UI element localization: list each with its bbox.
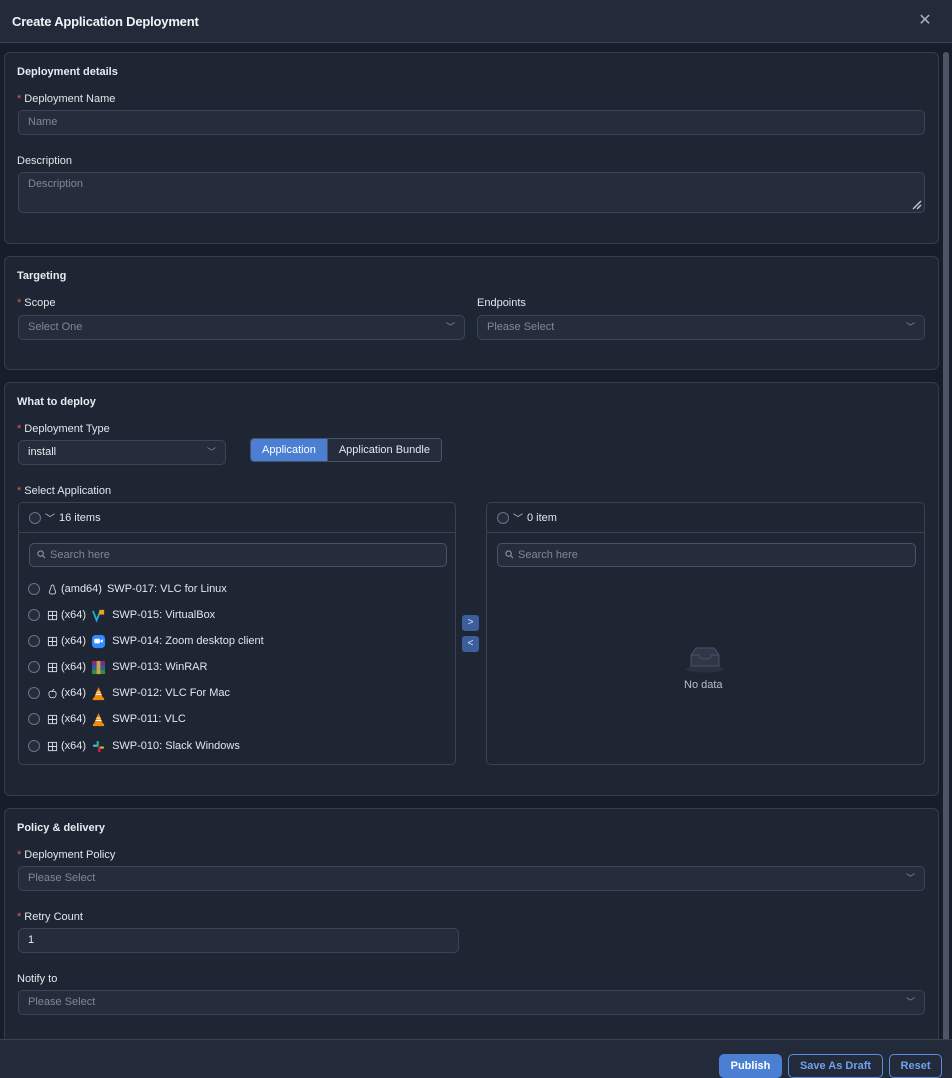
notify-to-label: Notify to [17,973,58,985]
target-search-input[interactable]: Search here [497,543,916,567]
item-checkbox[interactable] [28,635,40,647]
chevron-down-icon: ﹀ [905,873,915,883]
source-search-input[interactable]: Search here [29,543,447,567]
vlc-icon [92,712,105,726]
windows-icon [47,714,58,724]
select-application-label: * Select Application [17,485,112,497]
policy-delivery-title: Policy & delivery [17,822,106,834]
windows-icon [47,610,58,620]
retry-count-label: * Retry Count [17,911,83,923]
windows-icon [47,662,58,672]
scrollbar[interactable] [943,52,949,1052]
item-checkbox[interactable] [28,609,40,621]
target-item-count: 0 item [527,511,557,524]
item-label: SWP-013: WinRAR [112,661,208,673]
deployment-details-card [4,52,939,244]
search-icon [37,550,46,559]
endpoints-select[interactable]: Please Select ﹀ [477,315,925,340]
dialog-header: Create Application Deployment ✕ [0,0,952,43]
target-list-header: ﹀ 0 item [487,503,924,533]
retry-count-input[interactable]: 1 [18,928,459,953]
move-right-button[interactable]: > [462,615,479,631]
item-checkbox[interactable] [28,583,40,595]
deployment-details-title: Deployment details [17,66,118,78]
move-left-button[interactable]: < [462,636,479,652]
deployment-name-label: * Deployment Name [17,93,116,105]
resize-handle-icon[interactable] [912,200,922,210]
empty-state-text: No data [684,679,723,691]
apple-icon [48,688,57,698]
description-textarea[interactable]: Description [18,172,925,213]
virtualbox-icon [92,609,105,623]
slack-icon [92,740,105,752]
publish-button[interactable]: Publish [719,1054,782,1078]
endpoints-label: Endpoints [477,297,526,309]
deployment-policy-label: * Deployment Policy [17,849,116,861]
scope-select[interactable]: Select One ﹀ [18,315,465,340]
winrar-icon [92,660,106,674]
linux-icon [48,584,57,594]
item-label: SWP-014: Zoom desktop client [112,635,264,647]
windows-icon [47,741,58,751]
source-item-count: 16 items [59,511,101,524]
item-checkbox[interactable] [28,687,40,699]
item-label: SWP-011: VLC [112,713,186,725]
item-checkbox[interactable] [28,740,40,752]
scope-label: * Scope [17,297,56,309]
select-all-target-checkbox[interactable] [497,511,509,524]
deployment-name-input[interactable]: Name [18,110,925,135]
tab-application-bundle[interactable]: Application Bundle [326,439,441,461]
chevron-down-icon[interactable]: ﹀ [513,510,523,525]
list-item[interactable]: (x64) SWP-014: Zoom desktop client [28,630,264,652]
item-label: SWP-012: VLC For Mac [112,687,231,699]
target-list-panel: ﹀ 0 item Search here [486,502,925,765]
list-item[interactable]: (x64) SWP-011: VLC [28,708,186,730]
item-checkbox[interactable] [28,713,40,725]
deploy-mode-toggle: Application Application Bundle [250,438,442,462]
tab-application[interactable]: Application [251,439,327,461]
reset-button[interactable]: Reset [889,1054,942,1078]
dialog-footer: Publish Save As Draft Reset [0,1039,952,1078]
targeting-title: Targeting [17,270,67,282]
deployment-type-select[interactable]: install ﹀ [18,440,226,465]
item-label: SWP-017: VLC for Linux [106,583,227,595]
deployment-policy-select[interactable]: Please Select ﹀ [18,866,925,891]
list-item[interactable]: (x64) SWP-013: WinRAR [28,656,207,678]
chevron-down-icon: ﹀ [206,447,216,457]
chevron-down-icon: ﹀ [905,997,915,1007]
vlc-icon [92,686,105,700]
zoom-icon [92,634,106,648]
windows-icon [47,636,58,646]
notify-to-select[interactable]: Please Select ﹀ [18,990,925,1015]
what-to-deploy-title: What to deploy [17,396,96,408]
targeting-card [4,256,939,370]
close-icon[interactable]: ✕ [916,12,934,30]
save-as-draft-button[interactable]: Save As Draft [788,1054,883,1078]
select-all-source-checkbox[interactable] [29,511,41,524]
item-label: SWP-015: VirtualBox [112,609,216,621]
chevron-down-icon: ﹀ [445,322,455,332]
list-item[interactable]: (x64) SWP-012: VLC For Mac [28,682,230,704]
item-label: SWP-010: Slack Windows [112,740,240,752]
deployment-type-label: * Deployment Type [17,423,110,435]
search-icon [505,550,514,559]
list-item[interactable]: (amd64) SWP-017: VLC for Linux [28,578,227,600]
dialog-title: Create Application Deployment [12,13,199,29]
description-label: Description [17,155,73,167]
list-item[interactable]: (x64) SWP-010: Slack Windows [28,735,240,757]
chevron-down-icon: ﹀ [905,322,915,332]
chevron-down-icon[interactable]: ﹀ [45,510,55,525]
list-item[interactable]: (x64) SWP-015: VirtualBox [28,604,215,626]
empty-box-icon [686,647,724,673]
source-list-header: ﹀ 16 items [19,503,455,533]
item-checkbox[interactable] [28,661,40,673]
